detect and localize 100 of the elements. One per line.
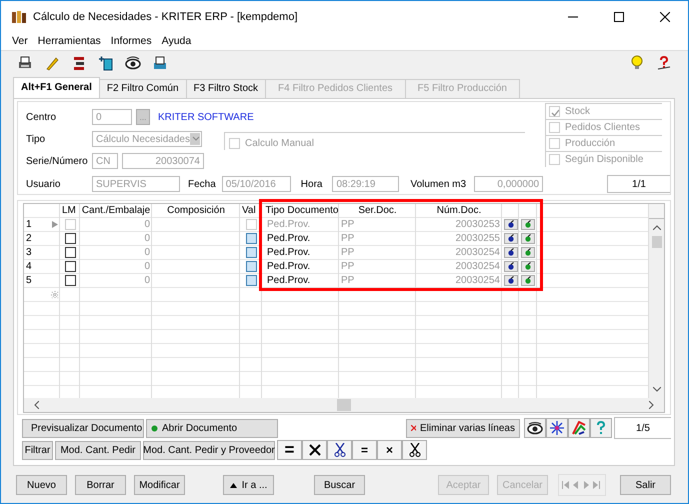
table-cell-text: Ped.Prov.: [266, 246, 312, 259]
table-cell-text: 20030254: [454, 260, 501, 273]
form-button[interactable]: Modificar: [134, 475, 185, 495]
action-button[interactable]: Mod. Cant. Pedir: [55, 440, 141, 460]
question-mark-icon: [595, 421, 607, 435]
scissors-icon: [334, 443, 346, 457]
checkbox[interactable]: [246, 261, 256, 272]
snowflake-icon: [550, 421, 564, 435]
field-label: Hora: [300, 178, 322, 190]
checkbox-label: Pedidos Clientes: [565, 122, 640, 133]
eye-button[interactable]: [524, 418, 546, 438]
table-cell-text: 0: [143, 246, 151, 259]
print-preview-icon[interactable]: [152, 55, 168, 71]
horizontal-scrollbar[interactable]: [23, 398, 665, 413]
table-cell-text: 0: [143, 274, 151, 287]
table-cell-text: Ped.Prov.: [266, 232, 312, 245]
preview-icon[interactable]: [504, 233, 518, 244]
dropdown-arrow-icon[interactable]: [190, 133, 200, 145]
vertical-scrollbar[interactable]: [648, 204, 664, 398]
help-icon[interactable]: [656, 55, 672, 71]
current-row-icon: [52, 221, 58, 228]
table-cell-text: Ped.Prov.: [266, 274, 312, 287]
pencil-icon[interactable]: [44, 55, 60, 71]
symbol-button[interactable]: =: [277, 440, 302, 460]
checkbox[interactable]: [246, 275, 256, 286]
table-cell-text: Ped.Prov.: [266, 218, 312, 231]
table-cell-text: 20030254: [454, 274, 501, 287]
row-number: 2: [25, 232, 33, 245]
table-cell-text: PP: [340, 232, 356, 245]
cross-button[interactable]: [302, 440, 327, 460]
diagram-icon[interactable]: [71, 55, 87, 71]
preview-icon[interactable]: [504, 261, 518, 272]
checkbox[interactable]: [246, 247, 256, 258]
add-document-icon[interactable]: [98, 55, 114, 71]
tab[interactable]: Alt+F1 General: [13, 77, 100, 98]
form-button[interactable]: Salir: [620, 475, 671, 495]
menu-item[interactable]: Informes: [110, 35, 152, 47]
colorful-tool-button[interactable]: [568, 418, 590, 438]
menu-item[interactable]: Ayuda: [162, 35, 192, 47]
cross-icon: [308, 444, 320, 456]
checkbox[interactable]: [64, 233, 76, 244]
menu-item[interactable]: Herramientas: [38, 35, 101, 47]
window-title: Cálculo de Necesidades - KRITER ERP - [kempdemo]: [33, 10, 298, 22]
scissors-icon: [408, 443, 420, 457]
triangle-up-icon: [230, 482, 237, 488]
field-label: Centro: [26, 112, 58, 122]
delete-lines-button[interactable]: Eliminar varias líneas: [406, 418, 520, 438]
maximize-icon[interactable]: [614, 12, 624, 22]
form-button[interactable]: Borrar: [75, 475, 126, 495]
scroll-up-icon[interactable]: [652, 225, 660, 230]
column-header[interactable]: Cant./Embalaje: [80, 204, 152, 217]
column-header[interactable]: Val: [240, 204, 262, 217]
form-button[interactable]: Buscar: [314, 475, 365, 495]
symbol-button[interactable]: =: [352, 440, 377, 460]
preview-icon[interactable]: [504, 275, 518, 286]
lightbulb-icon[interactable]: [629, 55, 645, 71]
scroll-down-icon[interactable]: [652, 387, 660, 392]
checkbox[interactable]: [64, 247, 76, 258]
help-button[interactable]: [590, 418, 612, 438]
scroll-right-icon[interactable]: [649, 401, 654, 409]
preview-icon[interactable]: [504, 247, 518, 258]
checkbox-label: Producción: [565, 138, 616, 149]
symbol-button[interactable]: ×: [377, 440, 402, 460]
open-button[interactable]: Abrir Documento: [146, 418, 278, 438]
field-label: Serie/Número: [26, 156, 89, 166]
column-header[interactable]: Ser.Doc.: [339, 204, 416, 217]
dot-icon: [151, 424, 158, 432]
field-label: Volumen m3: [410, 178, 466, 190]
scroll-thumb[interactable]: [337, 399, 351, 411]
snowflake-button[interactable]: [546, 418, 568, 438]
menu-item[interactable]: Ver: [12, 35, 28, 47]
close-icon[interactable]: [660, 12, 670, 22]
scissors-button[interactable]: [402, 440, 427, 460]
scroll-left-icon[interactable]: [34, 401, 39, 409]
column-header[interactable]: Tipo Documento: [262, 204, 339, 217]
field-label: Usuario: [26, 178, 62, 190]
checkbox[interactable]: [64, 275, 76, 286]
action-button[interactable]: Filtrar: [22, 440, 53, 460]
checkbox[interactable]: [246, 233, 256, 244]
preview-icon[interactable]: [504, 219, 518, 230]
colorful-lines-icon: [572, 421, 586, 435]
checkbox[interactable]: [64, 261, 76, 272]
new-row-icon: [51, 290, 59, 298]
scissors-button[interactable]: [327, 440, 352, 460]
action-button[interactable]: Mod. Cant. Pedir y Proveedor: [143, 440, 275, 460]
printer-icon[interactable]: [17, 55, 33, 71]
column-header[interactable]: Núm.Doc.: [416, 204, 502, 217]
form-button[interactable]: Nuevo: [16, 475, 67, 495]
table-cell-text: 20030255: [454, 232, 501, 245]
table-cell-text: PP: [340, 274, 356, 287]
eye-icon[interactable]: [125, 55, 141, 71]
scroll-thumb[interactable]: [652, 236, 662, 248]
field-label: Tipo: [26, 134, 46, 144]
field-label: Fecha: [188, 178, 216, 190]
row-number: 1: [25, 218, 33, 231]
column-header[interactable]: Composición: [152, 204, 240, 217]
cross-icon: [411, 425, 416, 431]
form-button[interactable]: Ir a ...: [223, 475, 274, 495]
column-header[interactable]: LM: [60, 204, 80, 217]
preview-button[interactable]: Previsualizar Documento: [22, 418, 144, 438]
